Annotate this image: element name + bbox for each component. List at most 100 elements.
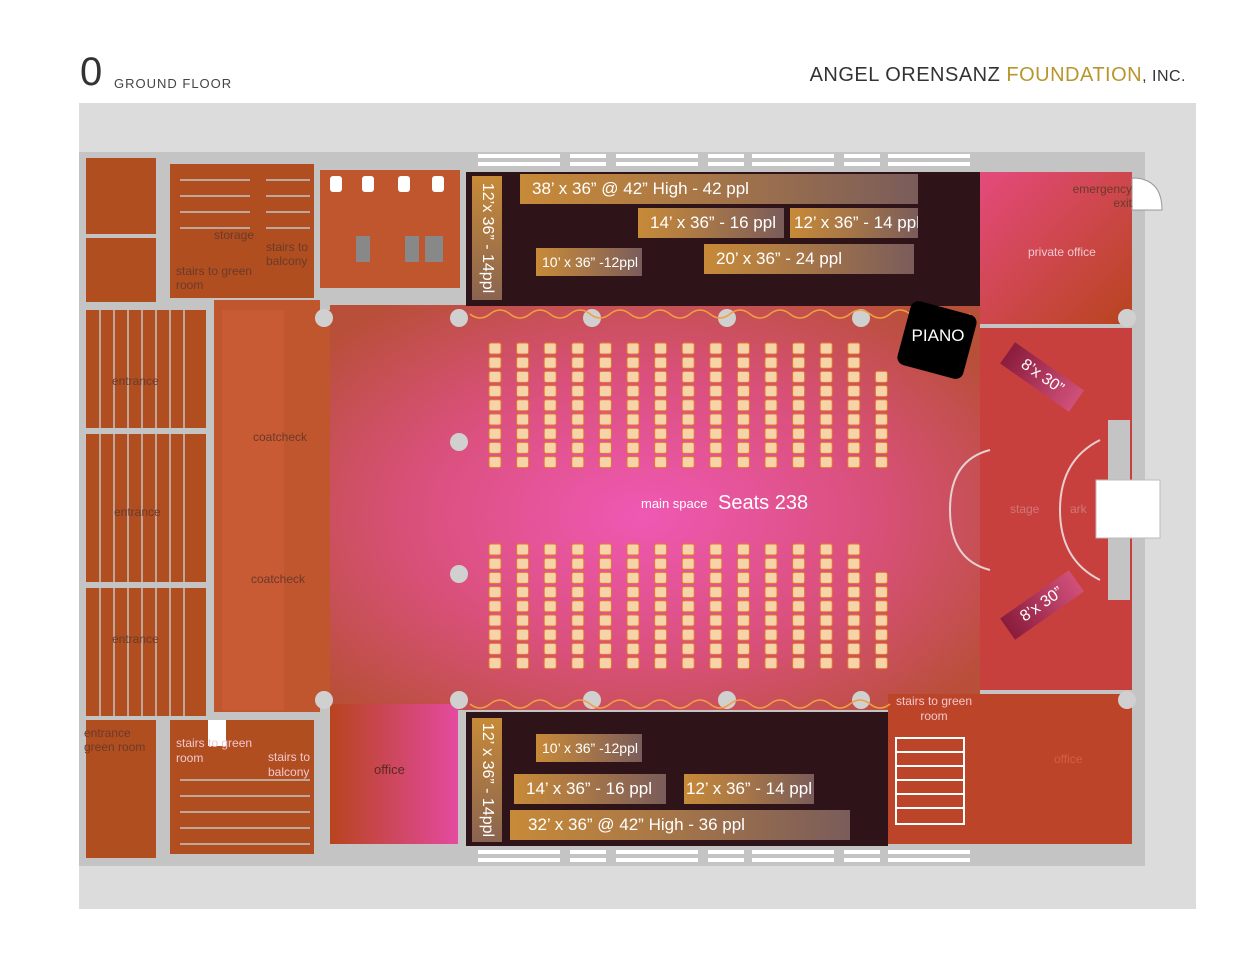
seat	[598, 441, 612, 454]
seat	[709, 557, 723, 570]
ark	[1095, 479, 1161, 539]
seat	[681, 557, 695, 570]
seat	[571, 441, 585, 454]
seat	[764, 370, 778, 383]
seat	[626, 571, 640, 584]
table-bottom-1: 10’ x 36” -12ppl	[536, 734, 642, 762]
seat	[571, 370, 585, 383]
seat	[736, 427, 750, 440]
table-top-2: 14’ x 36” - 16 ppl	[638, 208, 784, 238]
seat	[847, 413, 861, 426]
seat	[626, 413, 640, 426]
seat	[709, 600, 723, 613]
seat	[792, 427, 806, 440]
seat	[654, 399, 668, 412]
room-label-private-office: private office	[1028, 245, 1096, 259]
seat	[792, 628, 806, 641]
seat	[571, 557, 585, 570]
seat	[681, 586, 695, 599]
seat	[764, 543, 778, 556]
seat	[516, 456, 530, 469]
seat	[571, 385, 585, 398]
seat	[709, 441, 723, 454]
seat	[874, 614, 888, 627]
seat	[571, 399, 585, 412]
seat	[874, 413, 888, 426]
seat	[488, 600, 502, 613]
seat	[792, 614, 806, 627]
room-label-stairs-green-room-bottom: stairs to green room	[176, 736, 253, 765]
seat	[654, 586, 668, 599]
seat	[681, 600, 695, 613]
seat	[764, 427, 778, 440]
seat	[681, 642, 695, 655]
seat	[792, 600, 806, 613]
seat	[709, 543, 723, 556]
seat	[764, 385, 778, 398]
seat	[819, 543, 833, 556]
seat	[847, 427, 861, 440]
seat	[874, 600, 888, 613]
seat	[654, 441, 668, 454]
seat	[681, 571, 695, 584]
seat	[819, 356, 833, 369]
seat	[764, 342, 778, 355]
seat	[874, 628, 888, 641]
seat	[819, 614, 833, 627]
seat	[543, 642, 557, 655]
seat	[654, 543, 668, 556]
seat	[598, 356, 612, 369]
seat	[488, 657, 502, 670]
seat	[626, 456, 640, 469]
seat	[543, 657, 557, 670]
seat	[847, 456, 861, 469]
seat	[736, 600, 750, 613]
seat	[847, 356, 861, 369]
seat	[764, 413, 778, 426]
seat	[571, 456, 585, 469]
seat	[709, 571, 723, 584]
seat	[543, 614, 557, 627]
seat	[516, 600, 530, 613]
seat	[847, 628, 861, 641]
seat	[543, 628, 557, 641]
seat	[709, 628, 723, 641]
room-label-entrance-1: entrance	[112, 374, 159, 388]
seat	[736, 356, 750, 369]
room-label-entrance-green-room: entrance green room	[84, 726, 146, 754]
seat	[736, 456, 750, 469]
seat	[516, 356, 530, 369]
seat	[571, 600, 585, 613]
seat	[488, 628, 502, 641]
seat	[764, 657, 778, 670]
seat	[764, 441, 778, 454]
seat	[736, 342, 750, 355]
seat	[736, 614, 750, 627]
seat	[654, 385, 668, 398]
seat	[736, 370, 750, 383]
seat	[488, 642, 502, 655]
seat	[598, 628, 612, 641]
seat	[516, 399, 530, 412]
seat	[819, 657, 833, 670]
seat	[543, 456, 557, 469]
seat	[847, 557, 861, 570]
seats-label: Seats 238	[718, 492, 809, 514]
room-label-coatcheck-1: coatcheck	[253, 430, 308, 444]
seat	[736, 441, 750, 454]
seat	[764, 557, 778, 570]
seat	[543, 441, 557, 454]
seat	[543, 413, 557, 426]
seat	[681, 456, 695, 469]
seat	[736, 657, 750, 670]
seat	[516, 657, 530, 670]
table-top-3: 12’ x 36” - 14 ppl	[790, 208, 918, 238]
seat	[792, 342, 806, 355]
seat	[847, 399, 861, 412]
seat	[681, 614, 695, 627]
seat	[598, 642, 612, 655]
seat	[847, 543, 861, 556]
seat	[516, 586, 530, 599]
seat	[764, 571, 778, 584]
men-icon	[356, 236, 370, 262]
